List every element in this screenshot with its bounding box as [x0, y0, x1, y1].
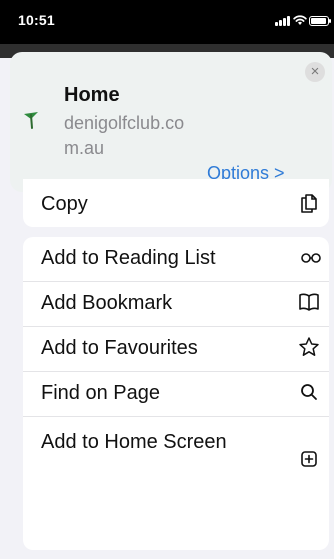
- action-add-to-reading-list[interactable]: Add to Reading List: [23, 237, 329, 282]
- status-bar: 10:51: [0, 0, 334, 44]
- action-add-to-home-screen[interactable]: Add to Home Screen: [23, 417, 329, 505]
- action-label: Add to Favourites: [41, 337, 198, 359]
- action-add-to-favourites[interactable]: Add to Favourites: [23, 327, 329, 372]
- action-label: Copy: [41, 193, 88, 215]
- book-icon: [299, 293, 319, 311]
- close-button[interactable]: ×: [305, 62, 325, 82]
- action-label: Find on Page: [41, 382, 160, 404]
- action-find-on-page[interactable]: Find on Page: [23, 372, 329, 417]
- actions-group: Add to Reading List Add Bookmark Add to …: [23, 237, 329, 550]
- copy-icon: [301, 194, 317, 213]
- copy-action[interactable]: Copy: [23, 179, 329, 224]
- star-icon: [299, 337, 319, 356]
- wifi-icon: [293, 15, 307, 25]
- page-title: Home: [64, 84, 120, 106]
- share-sheet-screen: 10:51 × Home denigolfclub.com.au Options…: [0, 0, 334, 559]
- plus-square-icon: [301, 451, 317, 467]
- copy-group: Copy: [23, 179, 329, 227]
- action-label: Add to Home Screen: [41, 431, 227, 453]
- battery-icon: [309, 16, 331, 26]
- page-domain: denigolfclub.com.au: [64, 113, 185, 158]
- signal-icon: [275, 16, 291, 26]
- status-time: 10:51: [18, 12, 55, 28]
- action-add-bookmark[interactable]: Add Bookmark: [23, 282, 329, 327]
- glasses-icon: [301, 253, 321, 263]
- golf-flag-icon: [24, 112, 38, 129]
- action-label: Add to Reading List: [41, 247, 216, 269]
- action-label: Add Bookmark: [41, 292, 173, 314]
- search-icon: [301, 384, 317, 400]
